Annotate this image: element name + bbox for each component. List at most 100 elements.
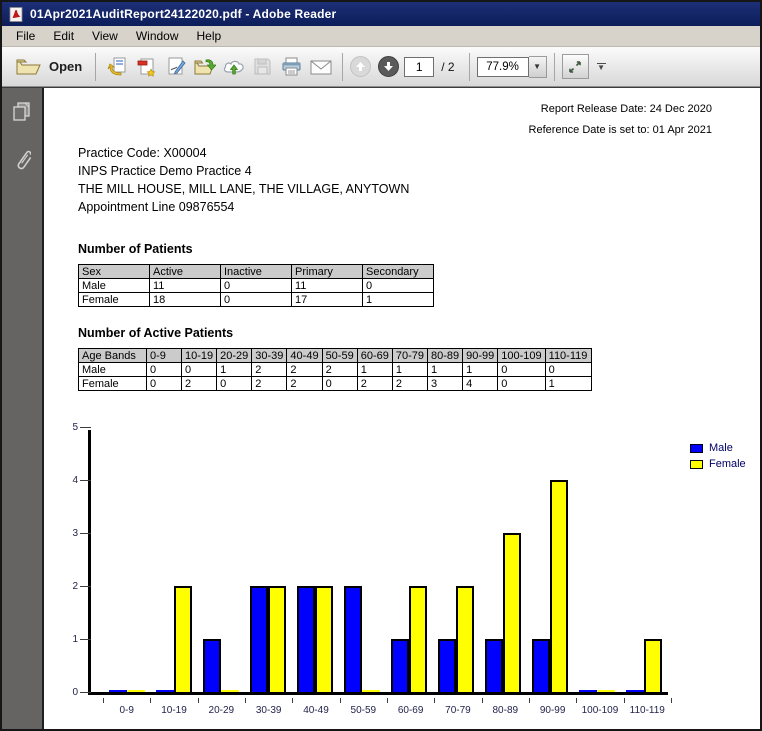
attachments-icon[interactable] [13, 147, 31, 173]
chart-plot: 012345 [88, 430, 668, 695]
menu-help[interactable]: Help [188, 27, 231, 45]
x-axis-label: 100-109 [576, 705, 623, 716]
next-page-button[interactable] [378, 56, 399, 77]
table-header-cell: Sex [79, 265, 150, 279]
previous-page-button[interactable] [350, 56, 371, 77]
table-cell: 1 [363, 293, 434, 307]
chevron-down-icon: ▼ [597, 65, 605, 71]
practice-details: Practice Code: X00004 INPS Practice Demo… [78, 144, 409, 216]
toolbar-separator [95, 53, 96, 81]
legend-label: Female [709, 458, 746, 470]
share-button[interactable] [103, 52, 132, 82]
y-axis-tick-label: 4 [64, 475, 78, 486]
x-axis-tick [245, 698, 246, 703]
female-bar [127, 690, 145, 692]
toolbar-separator [469, 53, 470, 81]
x-axis-tick [103, 698, 104, 703]
x-axis-label: 110-119 [624, 705, 671, 716]
female-bar [362, 690, 380, 692]
create-pdf-button[interactable] [132, 52, 161, 82]
sign-button[interactable] [161, 52, 190, 82]
table-cell: 0 [498, 363, 545, 377]
sign-icon [165, 56, 187, 78]
menu-edit[interactable]: Edit [44, 27, 83, 45]
chart-legend: Male Female [690, 442, 746, 474]
bar-group-0-9 [103, 690, 150, 692]
page-thumbnails-icon[interactable] [12, 101, 32, 123]
bar-group-110-119 [621, 639, 668, 692]
table-cell: 1 [545, 377, 591, 391]
page-number-input[interactable]: 1 [404, 57, 434, 77]
y-axis-tick [80, 480, 91, 481]
x-axis-label: 70-79 [434, 705, 481, 716]
export-folder-button[interactable] [190, 52, 219, 82]
zoom-dropdown-button[interactable]: ▼ [529, 56, 547, 78]
table-cell: Female [79, 377, 147, 391]
pdf-page: Report Release Date: 24 Dec 2020 Referen… [44, 88, 760, 729]
y-axis-tick [80, 533, 91, 534]
table-header-cell: 80-89 [427, 349, 462, 363]
female-bar [550, 480, 568, 692]
table-cell: 2 [322, 363, 357, 377]
zoom-level-input[interactable]: 77.9% [477, 57, 529, 77]
table-header-cell: 50-59 [322, 349, 357, 363]
x-axis-label: 50-59 [340, 705, 387, 716]
menu-view[interactable]: View [83, 27, 127, 45]
x-axis-tick [671, 698, 672, 703]
male-bar [438, 639, 456, 692]
table-header-cell: 30-39 [252, 349, 287, 363]
bar-group-80-89 [480, 533, 527, 692]
x-axis-label: 60-69 [387, 705, 434, 716]
adobe-reader-window: 01Apr2021AuditReport24122020.pdf - Adobe… [0, 0, 762, 731]
menu-file[interactable]: File [7, 27, 44, 45]
male-bar [579, 690, 597, 692]
page-total-label: / 2 [441, 60, 454, 74]
fit-width-button[interactable] [562, 54, 589, 79]
table-header-cell: 110-119 [545, 349, 591, 363]
y-axis-tick [80, 427, 91, 428]
data-table: SexActiveInactivePrimarySecondaryMale110… [78, 264, 434, 307]
active-patients-table-title: Number of Active Patients [78, 326, 233, 340]
table-cell: 0 [217, 377, 252, 391]
table-cell: 0 [545, 363, 591, 377]
x-axis-tick [292, 698, 293, 703]
table-cell: 2 [252, 377, 287, 391]
toolbar-overflow-button[interactable]: ▼ [597, 63, 606, 71]
cloud-upload-button[interactable] [219, 52, 248, 82]
x-axis-label: 0-9 [103, 705, 150, 716]
share-icon [107, 56, 129, 78]
open-button[interactable]: Open [10, 55, 88, 78]
male-bar [250, 586, 268, 692]
email-icon [309, 57, 333, 77]
legend-entry: Female [690, 458, 746, 470]
male-bar [344, 586, 362, 692]
practice-code: Practice Code: X00004 [78, 144, 409, 162]
male-bar [626, 690, 644, 692]
x-axis-tick [576, 698, 577, 703]
practice-address: THE MILL HOUSE, MILL LANE, THE VILLAGE, … [78, 180, 409, 198]
table-cell: 2 [252, 363, 287, 377]
table-header-cell: 10-19 [182, 349, 217, 363]
reference-date: Reference Date is set to: 01 Apr 2021 [529, 124, 712, 136]
legend-entry: Male [690, 442, 746, 454]
male-bar [532, 639, 550, 692]
export-folder-icon [193, 56, 216, 78]
menu-window[interactable]: Window [127, 27, 188, 45]
table-header-cell: 60-69 [357, 349, 392, 363]
table-header-cell: Inactive [221, 265, 292, 279]
print-button[interactable] [277, 52, 306, 82]
title-bar: 01Apr2021AuditReport24122020.pdf - Adobe… [2, 2, 760, 26]
female-bar [503, 533, 521, 692]
table-cell: 1 [217, 363, 252, 377]
male-bar [156, 690, 174, 692]
email-button[interactable] [306, 52, 335, 82]
save-button[interactable] [248, 52, 277, 82]
x-axis-tick [150, 698, 151, 703]
male-bar [485, 639, 503, 692]
female-bar [644, 639, 662, 692]
window-title: 01Apr2021AuditReport24122020.pdf - Adobe… [30, 7, 336, 21]
x-axis-tick [482, 698, 483, 703]
fit-width-icon [567, 59, 583, 75]
female-bar [174, 586, 192, 692]
table-header-cell: 40-49 [287, 349, 322, 363]
